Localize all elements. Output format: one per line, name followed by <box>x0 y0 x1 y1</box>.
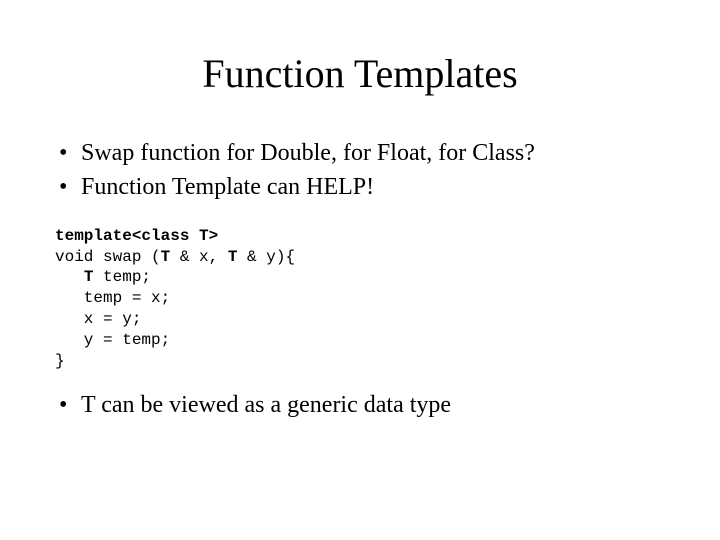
code-type: T <box>228 248 238 266</box>
bullet-item: T can be viewed as a generic data type <box>55 389 665 421</box>
bullet-list-top: Swap function for Double, for Float, for… <box>55 137 665 204</box>
code-line: } <box>55 352 65 370</box>
code-text: & y){ <box>237 248 295 266</box>
code-line: void swap ( <box>55 248 161 266</box>
code-line: template<class T> <box>55 227 218 245</box>
code-type: T <box>161 248 171 266</box>
slide-title: Function Templates <box>55 50 665 97</box>
bullet-item: Swap function for Double, for Float, for… <box>55 137 665 169</box>
code-line: x = y; <box>55 310 141 328</box>
code-line: y = temp; <box>55 331 170 349</box>
code-text: temp; <box>93 268 151 286</box>
code-text <box>55 268 84 286</box>
bullet-list-bottom: T can be viewed as a generic data type <box>55 389 665 421</box>
slide: Function Templates Swap function for Dou… <box>0 0 720 540</box>
code-text: & x, <box>170 248 228 266</box>
code-block: template<class T> void swap (T & x, T & … <box>55 226 665 372</box>
code-type: T <box>84 268 94 286</box>
code-line: temp = x; <box>55 289 170 307</box>
bullet-item: Function Template can HELP! <box>55 171 665 203</box>
